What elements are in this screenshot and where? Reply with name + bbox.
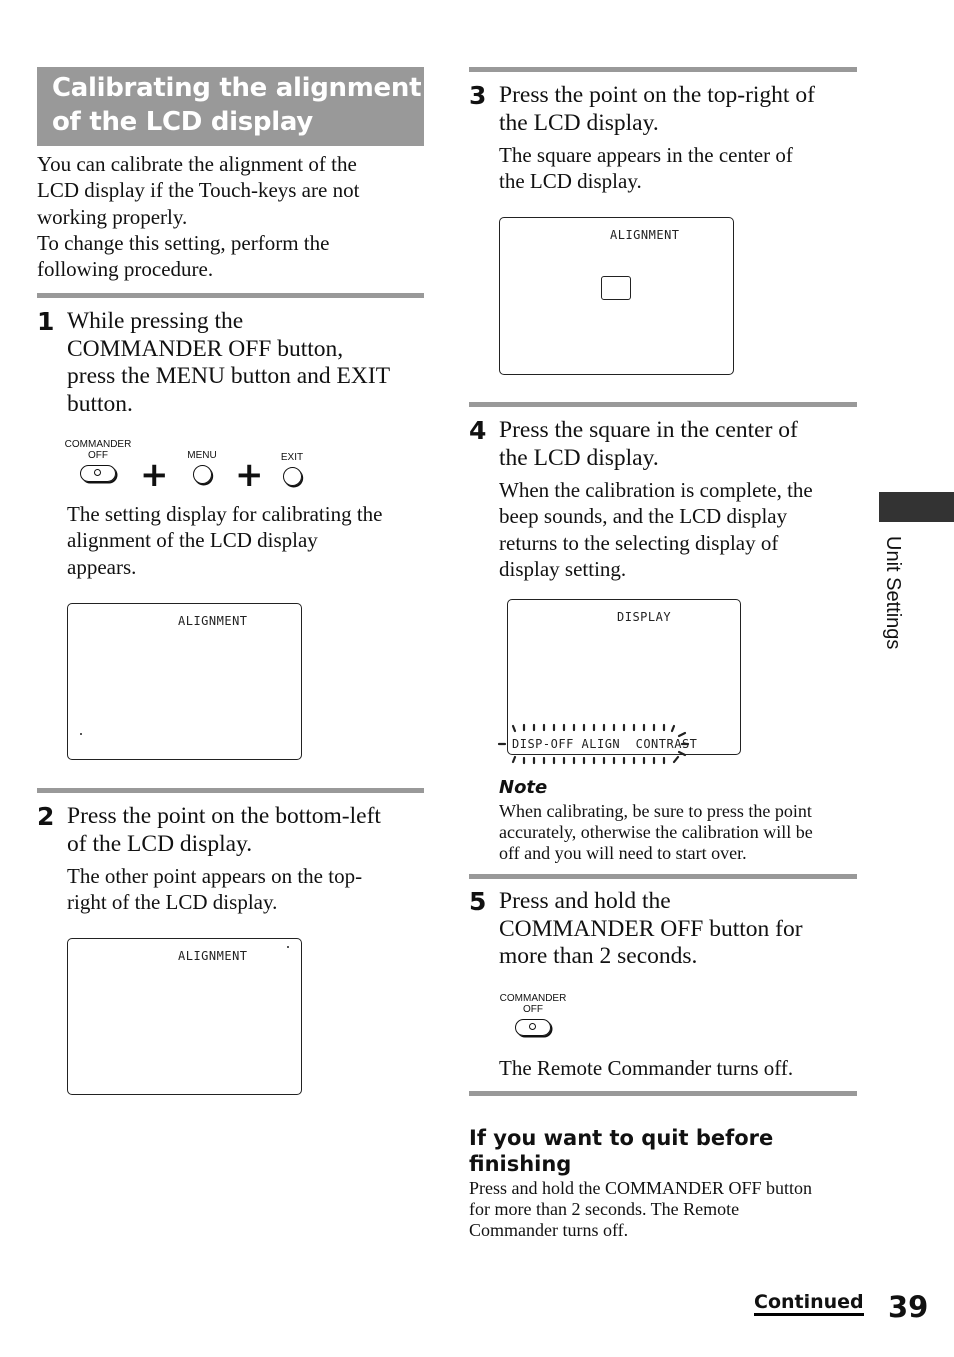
step-1-result: The setting display for calibrating the … <box>67 502 383 579</box>
divider <box>469 1091 857 1096</box>
exit-button-diagram: EXIT <box>272 452 312 486</box>
step-4-result: When the calibration is complete, the be… <box>499 478 813 581</box>
step-number: 4 <box>469 416 487 445</box>
calibration-point-icon <box>80 733 82 735</box>
step-number: 1 <box>37 307 55 336</box>
menu-button-diagram: MENU <box>182 450 222 484</box>
menu-button-icon <box>193 465 212 484</box>
commander-off-button-diagram: COMMANDER OFF <box>497 993 569 1036</box>
lcd-title: DISPLAY <box>617 610 672 624</box>
step-number: 5 <box>469 887 487 916</box>
commander-off-button-icon <box>515 1019 551 1036</box>
quit-heading: If you want to quit before finishing <box>469 1126 774 1176</box>
calibration-point-icon <box>287 946 289 948</box>
lcd-title: ALIGNMENT <box>178 949 248 963</box>
divider <box>469 874 857 879</box>
lcd-screen-step-2: ALIGNMENT <box>67 938 302 1095</box>
lcd-screen-step-3: ALIGNMENT <box>499 217 734 375</box>
lcd-title: ALIGNMENT <box>610 228 680 242</box>
commander-off-button-diagram: COMMANDER OFF <box>62 439 134 482</box>
divider <box>37 788 424 793</box>
page-number: 39 <box>888 1290 929 1324</box>
step-5-result: The Remote Commander turns off. <box>499 1056 794 1080</box>
step-number: 3 <box>469 81 487 110</box>
plus-icon: + <box>235 455 264 495</box>
blinking-indicator-icon <box>497 723 690 765</box>
side-tab-label: Unit Settings <box>882 536 904 650</box>
commander-off-button-icon <box>80 465 116 482</box>
intro-paragraph: You can calibrate the alignment of the L… <box>37 152 360 282</box>
continued-label: Continued <box>754 1291 864 1316</box>
step-5-instruction: Press and hold the COMMANDER OFF button … <box>499 888 803 969</box>
step-4-instruction: Press the square in the center of the LC… <box>499 417 798 471</box>
step-1-instruction: While pressing the COMMANDER OFF button,… <box>67 308 391 417</box>
step-number: 2 <box>37 802 55 831</box>
lcd-screen-step-1: ALIGNMENT <box>67 603 302 760</box>
divider <box>469 402 857 407</box>
step-3-instruction: Press the point on the top-right of the … <box>499 82 815 136</box>
section-title: Calibrating the alignment of the LCD dis… <box>52 73 422 137</box>
note-heading: Note <box>499 777 548 798</box>
step-2-result: The other point appears on the top- righ… <box>67 864 363 915</box>
exit-button-icon <box>283 467 302 486</box>
section-title-banner: Calibrating the alignment of the LCD dis… <box>37 67 424 146</box>
plus-icon: + <box>140 455 169 495</box>
quit-text: Press and hold the COMMANDER OFF button … <box>469 1178 813 1240</box>
divider <box>37 293 424 298</box>
note-text: When calibrating, be sure to press the p… <box>499 801 813 863</box>
calibration-square-icon <box>601 276 631 300</box>
step-2-instruction: Press the point on the bottom-left of th… <box>67 803 381 857</box>
divider <box>469 67 857 72</box>
step-3-result: The square appears in the center of the … <box>499 143 793 194</box>
lcd-title: ALIGNMENT <box>178 614 248 628</box>
side-tab-marker <box>879 492 954 522</box>
